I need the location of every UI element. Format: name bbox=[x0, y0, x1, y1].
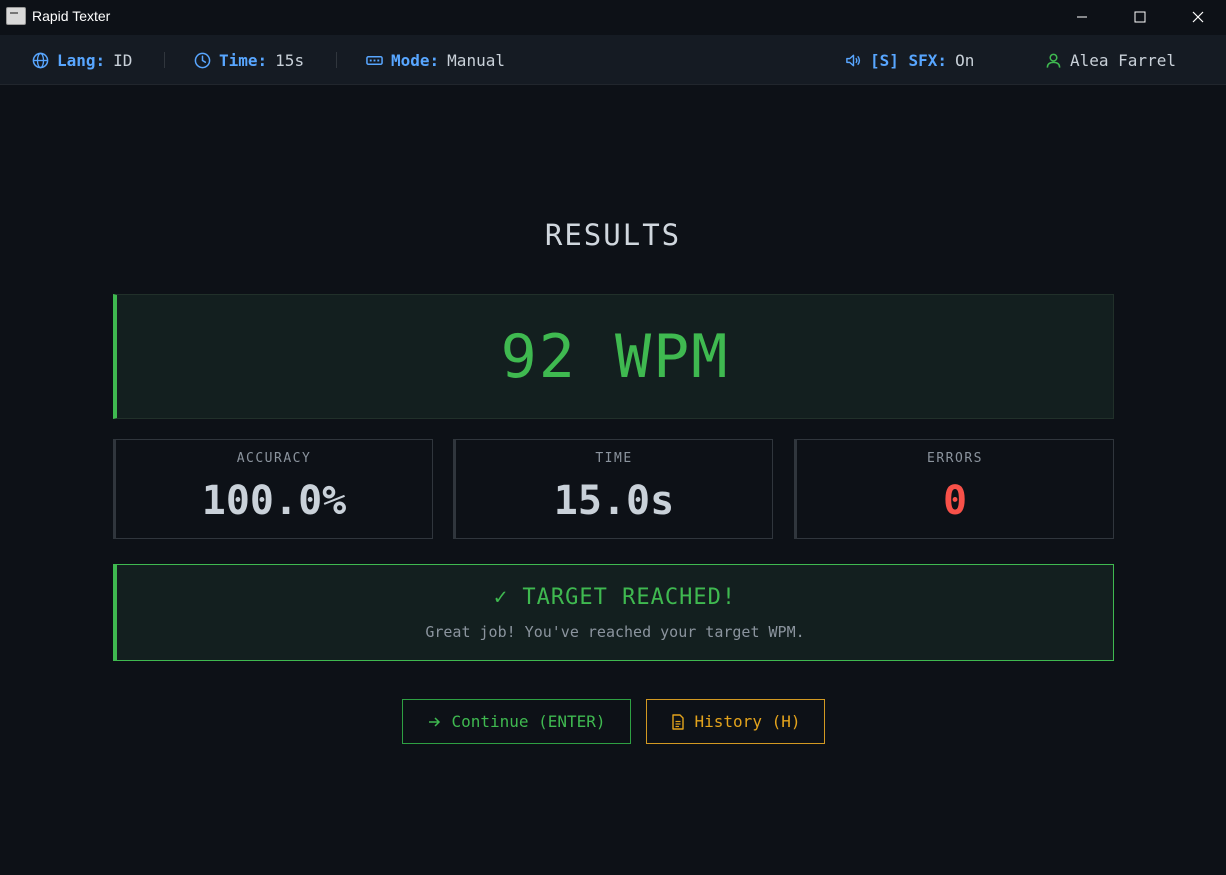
accuracy-value: 100.0% bbox=[201, 478, 347, 524]
history-button[interactable]: History (H) bbox=[646, 699, 825, 744]
minimize-button[interactable] bbox=[1053, 0, 1111, 34]
accuracy-label: ACCURACY bbox=[236, 451, 312, 466]
app-icon bbox=[6, 7, 26, 25]
time-card: TIME 15.0s bbox=[453, 439, 773, 539]
status-bar: Lang: ID Time: 15s Mode: Manual [S] SFX:… bbox=[0, 35, 1226, 85]
mode-value: Manual bbox=[447, 50, 505, 70]
wpm-panel: 92 WPM bbox=[113, 294, 1114, 419]
errors-label: ERRORS bbox=[927, 451, 983, 466]
lang-label: Lang: bbox=[57, 50, 106, 70]
maximize-icon bbox=[1134, 11, 1146, 23]
window-titlebar: Rapid Texter bbox=[0, 0, 1226, 34]
time-label: Time: bbox=[219, 50, 268, 70]
target-reached-banner: ✓ TARGET REACHED! Great job! You've reac… bbox=[113, 564, 1114, 661]
window-title: Rapid Texter bbox=[32, 8, 111, 24]
page-title: RESULTS bbox=[544, 218, 682, 252]
user-profile[interactable]: Alea Farrel bbox=[1045, 35, 1176, 85]
user-name: Alea Farrel bbox=[1070, 50, 1176, 70]
sfx-value: On bbox=[955, 50, 975, 70]
user-icon bbox=[1046, 53, 1061, 68]
close-icon bbox=[1192, 11, 1204, 23]
document-icon bbox=[671, 713, 684, 730]
time-value: 15s bbox=[275, 50, 305, 70]
target-title: ✓ TARGET REACHED! bbox=[493, 585, 737, 610]
arrow-right-icon bbox=[429, 716, 441, 727]
errors-value: 0 bbox=[942, 478, 968, 524]
lang-value: ID bbox=[113, 50, 133, 70]
lang-setting[interactable]: Lang: ID bbox=[32, 35, 132, 85]
globe-icon bbox=[32, 52, 49, 68]
target-subtitle: Great job! You've reached your target WP… bbox=[425, 623, 805, 641]
wpm-value: 92 WPM bbox=[500, 321, 730, 392]
time-stat-label: TIME bbox=[595, 451, 633, 466]
keyboard-icon bbox=[366, 55, 383, 65]
speaker-icon bbox=[846, 54, 861, 66]
divider bbox=[336, 52, 337, 68]
accuracy-card: ACCURACY 100.0% bbox=[113, 439, 433, 539]
continue-button[interactable]: Continue (ENTER) bbox=[402, 699, 631, 744]
mode-label: Mode: bbox=[391, 50, 440, 70]
clock-icon bbox=[194, 52, 211, 68]
maximize-button[interactable] bbox=[1111, 0, 1169, 34]
time-setting[interactable]: Time: 15s bbox=[194, 35, 304, 85]
minimize-icon bbox=[1077, 16, 1087, 18]
errors-card: ERRORS 0 bbox=[794, 439, 1114, 539]
history-label: History (H) bbox=[694, 712, 801, 731]
mode-setting[interactable]: Mode: Manual bbox=[366, 35, 505, 85]
time-stat-value: 15.0s bbox=[553, 478, 675, 524]
divider bbox=[164, 52, 165, 68]
close-button[interactable] bbox=[1169, 0, 1226, 34]
continue-label: Continue (ENTER) bbox=[451, 712, 606, 731]
sfx-toggle[interactable]: [S] SFX: On bbox=[845, 35, 974, 85]
sfx-label: [S] SFX: bbox=[870, 50, 948, 70]
